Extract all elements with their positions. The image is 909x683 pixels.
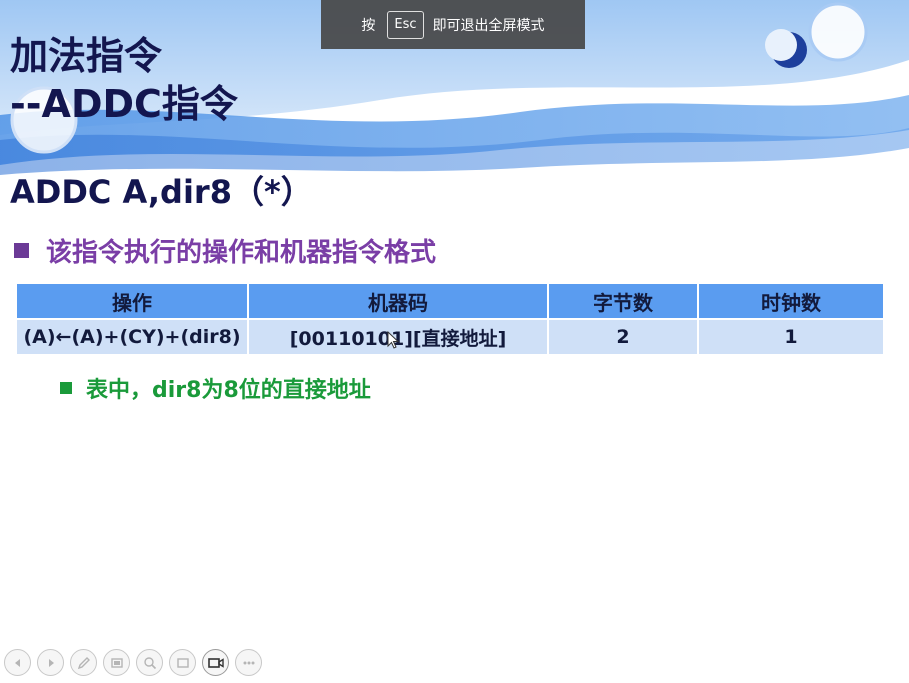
table-header-row: 操作 机器码 字节数 时钟数 xyxy=(17,284,883,318)
note-square-icon xyxy=(60,382,72,394)
cell-clocks: 1 xyxy=(699,318,883,354)
screen-icon[interactable] xyxy=(169,649,196,676)
zoom-icon[interactable] xyxy=(136,649,163,676)
header-machine-code: 机器码 xyxy=(249,284,549,318)
hint-suffix: 即可退出全屏模式 xyxy=(432,17,545,34)
hint-prefix: 按 xyxy=(361,17,376,34)
slide-title-line2: --ADDC指令 xyxy=(10,82,238,126)
table-row: (A)←(A)+(CY)+(dir8) [00110101][直接地址] 2 1 xyxy=(17,318,883,354)
slides-icon[interactable] xyxy=(103,649,130,676)
more-icon[interactable] xyxy=(235,649,262,676)
cell-operation: (A)←(A)+(CY)+(dir8) xyxy=(17,318,249,354)
slide: 加法指令 --ADDC指令 ADDC A,dir8（*） 该指令执行的操作和机器… xyxy=(0,0,909,683)
instruction-syntax: ADDC A,dir8（*） xyxy=(10,173,313,211)
bullet-heading-text: 该指令执行的操作和机器指令格式 xyxy=(46,238,437,268)
fullscreen-exit-hint: 按 Esc 即可退出全屏模式 xyxy=(321,0,585,49)
bullet-square-icon xyxy=(14,243,29,258)
bullet-heading: 该指令执行的操作和机器指令格式 xyxy=(14,232,436,269)
instruction-format-table: 操作 机器码 字节数 时钟数 (A)←(A)+(CY)+(dir8) [0011… xyxy=(17,284,883,354)
cell-machine-code: [00110101][直接地址] xyxy=(249,318,549,354)
header-bytes: 字节数 xyxy=(549,284,699,318)
esc-key-badge[interactable]: Esc xyxy=(387,10,424,39)
slide-title-line1: 加法指令 xyxy=(10,34,163,78)
cell-bytes: 2 xyxy=(549,318,699,354)
mouse-cursor-icon xyxy=(387,331,399,349)
presentation-toolbar xyxy=(4,649,262,677)
note-bullet: 表中，dir8为8位的直接地址 xyxy=(60,372,371,404)
previous-icon[interactable] xyxy=(4,649,31,676)
pen-icon[interactable] xyxy=(70,649,97,676)
camera-icon[interactable] xyxy=(202,649,229,676)
header-clocks: 时钟数 xyxy=(699,284,883,318)
note-text: 表中，dir8为8位的直接地址 xyxy=(86,378,371,403)
next-icon[interactable] xyxy=(37,649,64,676)
header-operation: 操作 xyxy=(17,284,249,318)
